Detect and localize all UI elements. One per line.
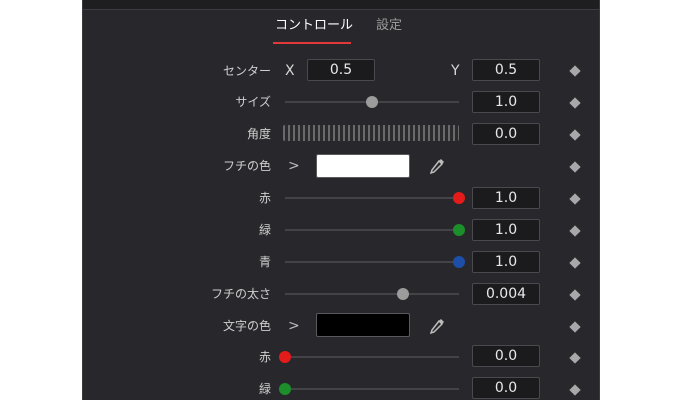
border-red-label: 赤 xyxy=(258,191,271,205)
text-red-label: 赤 xyxy=(258,350,271,364)
border-color-swatch[interactable] xyxy=(316,154,410,178)
text-green-slider-track[interactable] xyxy=(285,388,459,390)
border-red-slider-track[interactable] xyxy=(285,197,459,199)
border-blue-input[interactable]: 1.0 xyxy=(472,251,540,273)
size-label: サイズ xyxy=(235,95,271,109)
eyedropper-icon[interactable] xyxy=(428,317,446,335)
border-color-expand-chevron-icon[interactable]: > xyxy=(288,158,300,174)
border-thickness-slider-thumb[interactable] xyxy=(397,288,410,300)
angle-label: 角度 xyxy=(246,127,271,141)
border-thickness-keyframe-diamond-icon[interactable] xyxy=(569,289,581,301)
angle-jog-wheel[interactable] xyxy=(283,125,459,141)
border-blue-label: 青 xyxy=(258,255,271,269)
text-red-slider-track[interactable] xyxy=(285,356,459,358)
border-blue-keyframe-diamond-icon[interactable] xyxy=(569,257,581,269)
border-red-input[interactable]: 1.0 xyxy=(472,187,540,209)
top-strip xyxy=(83,0,599,10)
text-color-keyframe-diamond-icon[interactable] xyxy=(569,321,581,333)
border-blue-slider-thumb[interactable] xyxy=(453,256,465,268)
text-color-swatch[interactable] xyxy=(316,313,410,337)
angle-input[interactable]: 0.0 xyxy=(472,123,540,145)
size-slider-thumb[interactable] xyxy=(366,96,378,108)
text-red-keyframe-diamond-icon[interactable] xyxy=(569,352,581,364)
size-input[interactable]: 1.0 xyxy=(472,91,540,113)
border-thickness-label: フチの太さ xyxy=(210,287,271,301)
text-green-slider-thumb[interactable] xyxy=(279,383,291,395)
center-x-label: X xyxy=(285,63,295,79)
text-green-keyframe-diamond-icon[interactable] xyxy=(569,384,581,396)
text-color-label: 文字の色 xyxy=(222,319,271,333)
center-y-label: Y xyxy=(451,63,460,79)
border-green-slider-track[interactable] xyxy=(285,229,459,231)
border-green-input[interactable]: 1.0 xyxy=(472,219,540,241)
center-x-input[interactable]: 0.5 xyxy=(307,59,375,81)
center-label: センター xyxy=(222,64,271,78)
border-red-keyframe-diamond-icon[interactable] xyxy=(569,193,581,205)
border-color-keyframe-diamond-icon[interactable] xyxy=(569,161,581,173)
text-color-expand-chevron-icon[interactable]: > xyxy=(288,318,300,334)
border-red-slider-thumb[interactable] xyxy=(453,192,465,204)
eyedropper-icon[interactable] xyxy=(428,157,446,175)
border-color-label: フチの色 xyxy=(222,159,271,173)
border-thickness-input[interactable]: 0.004 xyxy=(472,283,540,305)
active-tab-underline xyxy=(273,42,351,44)
border-thickness-slider-track[interactable] xyxy=(285,293,459,295)
text-red-input[interactable]: 0.0 xyxy=(472,345,540,367)
border-green-slider-thumb[interactable] xyxy=(453,224,465,236)
text-red-slider-thumb[interactable] xyxy=(279,351,291,363)
tab-settings[interactable]: 設定 xyxy=(376,18,402,34)
center-y-input[interactable]: 0.5 xyxy=(472,59,540,81)
center-keyframe-diamond-icon[interactable] xyxy=(569,65,581,77)
inspector-panel: コントロール 設定 センター X 0.5 Y 0.5 サイズ 1.0 角度 0.… xyxy=(82,0,600,400)
border-green-label: 緑 xyxy=(258,223,271,237)
text-green-input[interactable]: 0.0 xyxy=(472,377,540,399)
angle-keyframe-diamond-icon[interactable] xyxy=(569,129,581,141)
border-green-keyframe-diamond-icon[interactable] xyxy=(569,225,581,237)
size-keyframe-diamond-icon[interactable] xyxy=(569,97,581,109)
border-blue-slider-track[interactable] xyxy=(285,261,459,263)
text-green-label: 緑 xyxy=(258,382,271,396)
tab-controls[interactable]: コントロール xyxy=(275,18,353,34)
